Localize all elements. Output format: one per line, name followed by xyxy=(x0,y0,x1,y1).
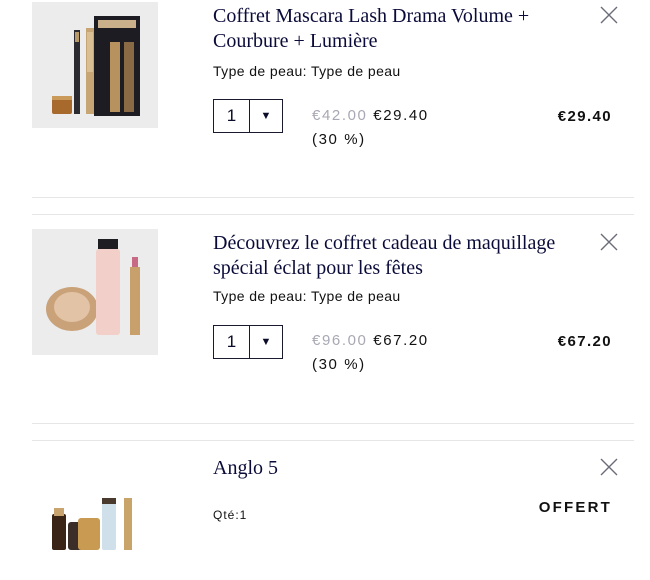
divider xyxy=(32,440,634,441)
line-total: €67.20 xyxy=(557,333,612,350)
discount-percent: (30 %) xyxy=(312,356,366,373)
skin-type-text: Type de peau: Type de peau xyxy=(213,63,401,79)
original-price: €42.00 xyxy=(312,107,368,124)
price-block: €96.00 €67.20 (30 %) xyxy=(312,329,429,377)
quantity-select[interactable]: 1 ▼ xyxy=(213,325,283,359)
line-total: €29.40 xyxy=(557,108,612,125)
discounted-price: €29.40 xyxy=(373,107,429,124)
product-image-illustration xyxy=(52,16,140,116)
product-title[interactable]: Coffret Mascara Lash Drama Volume + Cour… xyxy=(213,4,583,54)
quantity-value: 1 xyxy=(214,326,250,358)
divider xyxy=(32,214,634,215)
chevron-down-icon[interactable]: ▼ xyxy=(250,100,282,132)
product-title[interactable]: Découvrez le coffret cadeau de maquillag… xyxy=(213,231,583,281)
product-image-mascara-set[interactable] xyxy=(32,2,158,128)
product-title[interactable]: Anglo 5 xyxy=(213,456,583,481)
close-icon[interactable] xyxy=(599,457,619,477)
close-icon[interactable] xyxy=(599,5,619,25)
original-price: €96.00 xyxy=(312,332,368,349)
discount-percent: (30 %) xyxy=(312,131,366,148)
price-block: €42.00 €29.40 (30 %) xyxy=(312,104,429,152)
chevron-down-icon[interactable]: ▼ xyxy=(250,326,282,358)
product-image-illustration xyxy=(46,239,140,335)
quantity-select[interactable]: 1 ▼ xyxy=(213,99,283,133)
close-icon[interactable] xyxy=(599,232,619,252)
quantity-text: Qté:1 xyxy=(213,508,248,522)
quantity-value: 1 xyxy=(214,100,250,132)
divider xyxy=(32,197,634,198)
gift-status: OFFERT xyxy=(538,499,612,516)
product-image-glow-set[interactable] xyxy=(32,229,158,355)
product-image-gift-set xyxy=(32,454,158,580)
discounted-price: €67.20 xyxy=(373,332,429,349)
divider xyxy=(32,423,634,424)
product-image-illustration xyxy=(52,498,132,550)
skin-type-text: Type de peau: Type de peau xyxy=(213,288,401,304)
